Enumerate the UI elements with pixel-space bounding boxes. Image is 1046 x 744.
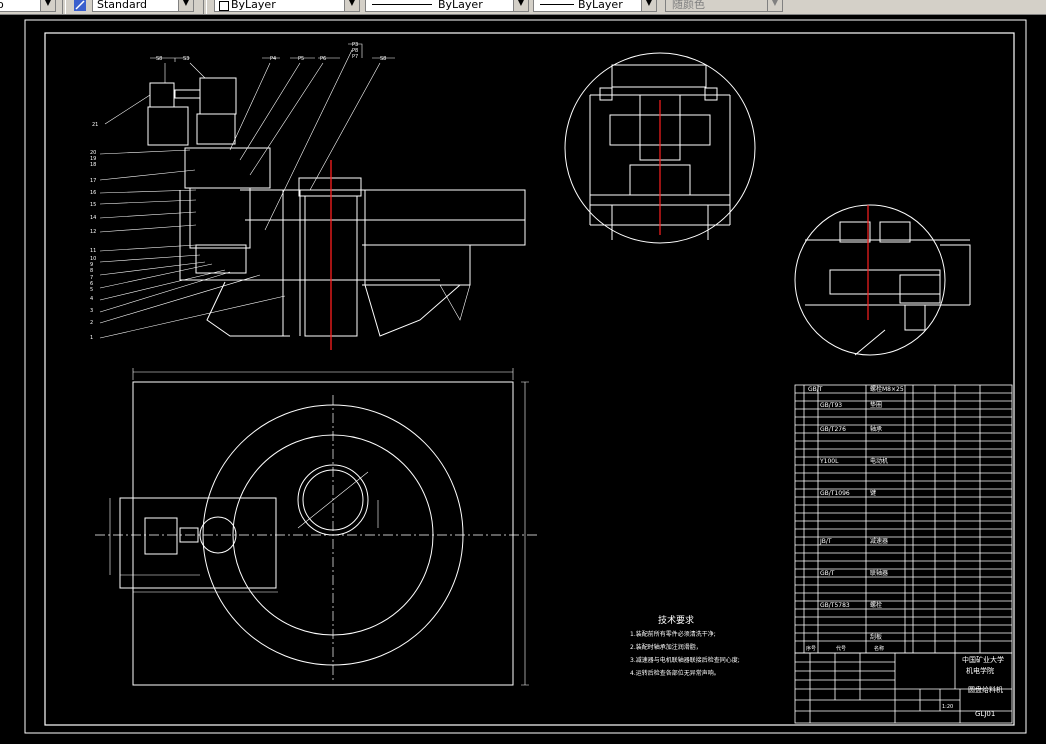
workspace-value: o bbox=[0, 0, 4, 11]
detail-view-2 bbox=[794, 204, 971, 356]
svg-text:GB/T: GB/T bbox=[808, 386, 823, 393]
tech-line-1: 1.装配前所有零件必须清洗干净; bbox=[630, 631, 716, 638]
text-style-icon[interactable] bbox=[73, 0, 87, 11]
svg-text:GB/T: GB/T bbox=[820, 570, 835, 577]
svg-text:垫圈: 垫圈 bbox=[870, 401, 882, 409]
svg-text:S8: S8 bbox=[380, 56, 386, 62]
svg-text:P4: P4 bbox=[270, 56, 276, 62]
part-labels: 21201918 17161514 1211109 8765 4321 S8 S3… bbox=[90, 42, 386, 341]
svg-text:2: 2 bbox=[90, 320, 93, 326]
color-swatch-icon bbox=[219, 1, 229, 11]
title-block-text: 中国矿业大学 机电学院 圆盘给料机 GLJ01 1:20 bbox=[942, 655, 1004, 718]
svg-text:螺栓: 螺栓 bbox=[870, 601, 882, 609]
svg-text:螺栓M8×25: 螺栓M8×25 bbox=[870, 385, 904, 393]
lineweight-combo[interactable]: ByLayer ▼ bbox=[533, 0, 657, 12]
tech-line-4: 4.运转后检查各部位无异常声响。 bbox=[630, 670, 720, 677]
linetype-combo[interactable]: ByLayer ▼ bbox=[365, 0, 529, 12]
svg-text:5: 5 bbox=[90, 287, 93, 293]
plotstyle-combo[interactable]: 随颜色 ▼ bbox=[665, 0, 783, 12]
svg-text:12: 12 bbox=[90, 229, 96, 235]
svg-text:16: 16 bbox=[90, 190, 96, 196]
svg-text:键: 键 bbox=[870, 489, 876, 497]
cad-drawing: 21201918 17161514 1211109 8765 4321 S8 S3… bbox=[24, 19, 1027, 734]
svg-text:序号: 序号 bbox=[806, 645, 816, 652]
drawing-code-text: GLJ01 bbox=[975, 710, 995, 718]
svg-text:代号: 代号 bbox=[836, 645, 846, 652]
svg-text:名称: 名称 bbox=[874, 645, 884, 652]
svg-text:17: 17 bbox=[90, 178, 96, 184]
section-view bbox=[147, 77, 526, 337]
lineweight-value: ByLayer bbox=[578, 0, 623, 11]
workspace-combo[interactable]: o ▼ bbox=[0, 0, 56, 12]
drawing-canvas[interactable]: 21 20 19 18 17 16 15 14 12 11 10 9 8765 4321 S8 S3… bbox=[0, 15, 1046, 740]
chevron-down-icon[interactable]: ▼ bbox=[513, 0, 528, 11]
layer-combo[interactable]: ByLayer ▼ bbox=[214, 0, 360, 12]
svg-text:GB/T93: GB/T93 bbox=[820, 402, 842, 409]
svg-text:P5: P5 bbox=[298, 56, 304, 62]
svg-text:GB/T276: GB/T276 bbox=[820, 426, 846, 433]
properties-toolbar: o ▼ Standard ▼ ByLayer ▼ ByLayer ▼ ByLay… bbox=[0, 0, 1046, 15]
svg-text:GB/T5783: GB/T5783 bbox=[820, 602, 850, 609]
sheet-outer-border bbox=[24, 19, 1027, 734]
chevron-down-icon[interactable]: ▼ bbox=[641, 0, 656, 11]
svg-text:S8: S8 bbox=[156, 56, 162, 62]
svg-text:JB/T: JB/T bbox=[819, 538, 832, 545]
org-text: 中国矿业大学 bbox=[962, 655, 1004, 664]
plotstyle-value: 随颜色 bbox=[672, 0, 705, 11]
leader-lines bbox=[99, 43, 395, 339]
lineweight-sample bbox=[540, 4, 574, 5]
svg-text:11: 11 bbox=[90, 248, 96, 254]
svg-text:8: 8 bbox=[90, 268, 93, 274]
toolbar-separator bbox=[62, 0, 66, 14]
chevron-down-icon[interactable]: ▼ bbox=[767, 0, 782, 11]
dept-text: 机电学院 bbox=[966, 666, 994, 675]
svg-text:联轴器: 联轴器 bbox=[870, 569, 888, 577]
svg-text:18: 18 bbox=[90, 162, 96, 168]
svg-text:4: 4 bbox=[90, 296, 93, 302]
sheet-inner-border bbox=[44, 32, 1015, 726]
chevron-down-icon[interactable]: ▼ bbox=[178, 0, 193, 11]
chevron-down-icon[interactable]: ▼ bbox=[344, 0, 359, 11]
scale-text: 1:20 bbox=[942, 704, 953, 710]
linetype-sample bbox=[372, 4, 432, 5]
svg-text:14: 14 bbox=[90, 215, 96, 221]
svg-text:刮板: 刮板 bbox=[870, 633, 882, 641]
tech-title: 技术要求 bbox=[658, 616, 695, 626]
svg-text:P7: P7 bbox=[352, 54, 358, 60]
svg-text:GB/T1096: GB/T1096 bbox=[820, 490, 850, 497]
drawing-name-text: 圆盘给料机 bbox=[968, 685, 1003, 694]
tech-line-3: 3.减速器与电机联轴器联接后检查同心度; bbox=[630, 657, 740, 664]
svg-text:轴承: 轴承 bbox=[870, 425, 882, 433]
svg-text:S3: S3 bbox=[183, 56, 189, 62]
text-style-combo[interactable]: Standard ▼ bbox=[92, 0, 194, 12]
chevron-down-icon[interactable]: ▼ bbox=[40, 0, 55, 11]
svg-text:21: 21 bbox=[92, 122, 98, 128]
toolbar-separator bbox=[203, 0, 207, 14]
plan-view bbox=[95, 368, 540, 686]
svg-text:Y100L: Y100L bbox=[819, 458, 839, 465]
linetype-value: ByLayer bbox=[438, 0, 483, 11]
svg-text:P6: P6 bbox=[320, 56, 326, 62]
svg-text:1: 1 bbox=[90, 335, 93, 341]
svg-text:减速器: 减速器 bbox=[870, 537, 888, 545]
svg-text:3: 3 bbox=[90, 308, 93, 314]
text-style-value: Standard bbox=[97, 0, 148, 11]
svg-text:15: 15 bbox=[90, 202, 96, 208]
svg-text:电动机: 电动机 bbox=[870, 457, 888, 465]
tech-line-2: 2.装配时轴承加注润滑脂， bbox=[630, 644, 702, 651]
